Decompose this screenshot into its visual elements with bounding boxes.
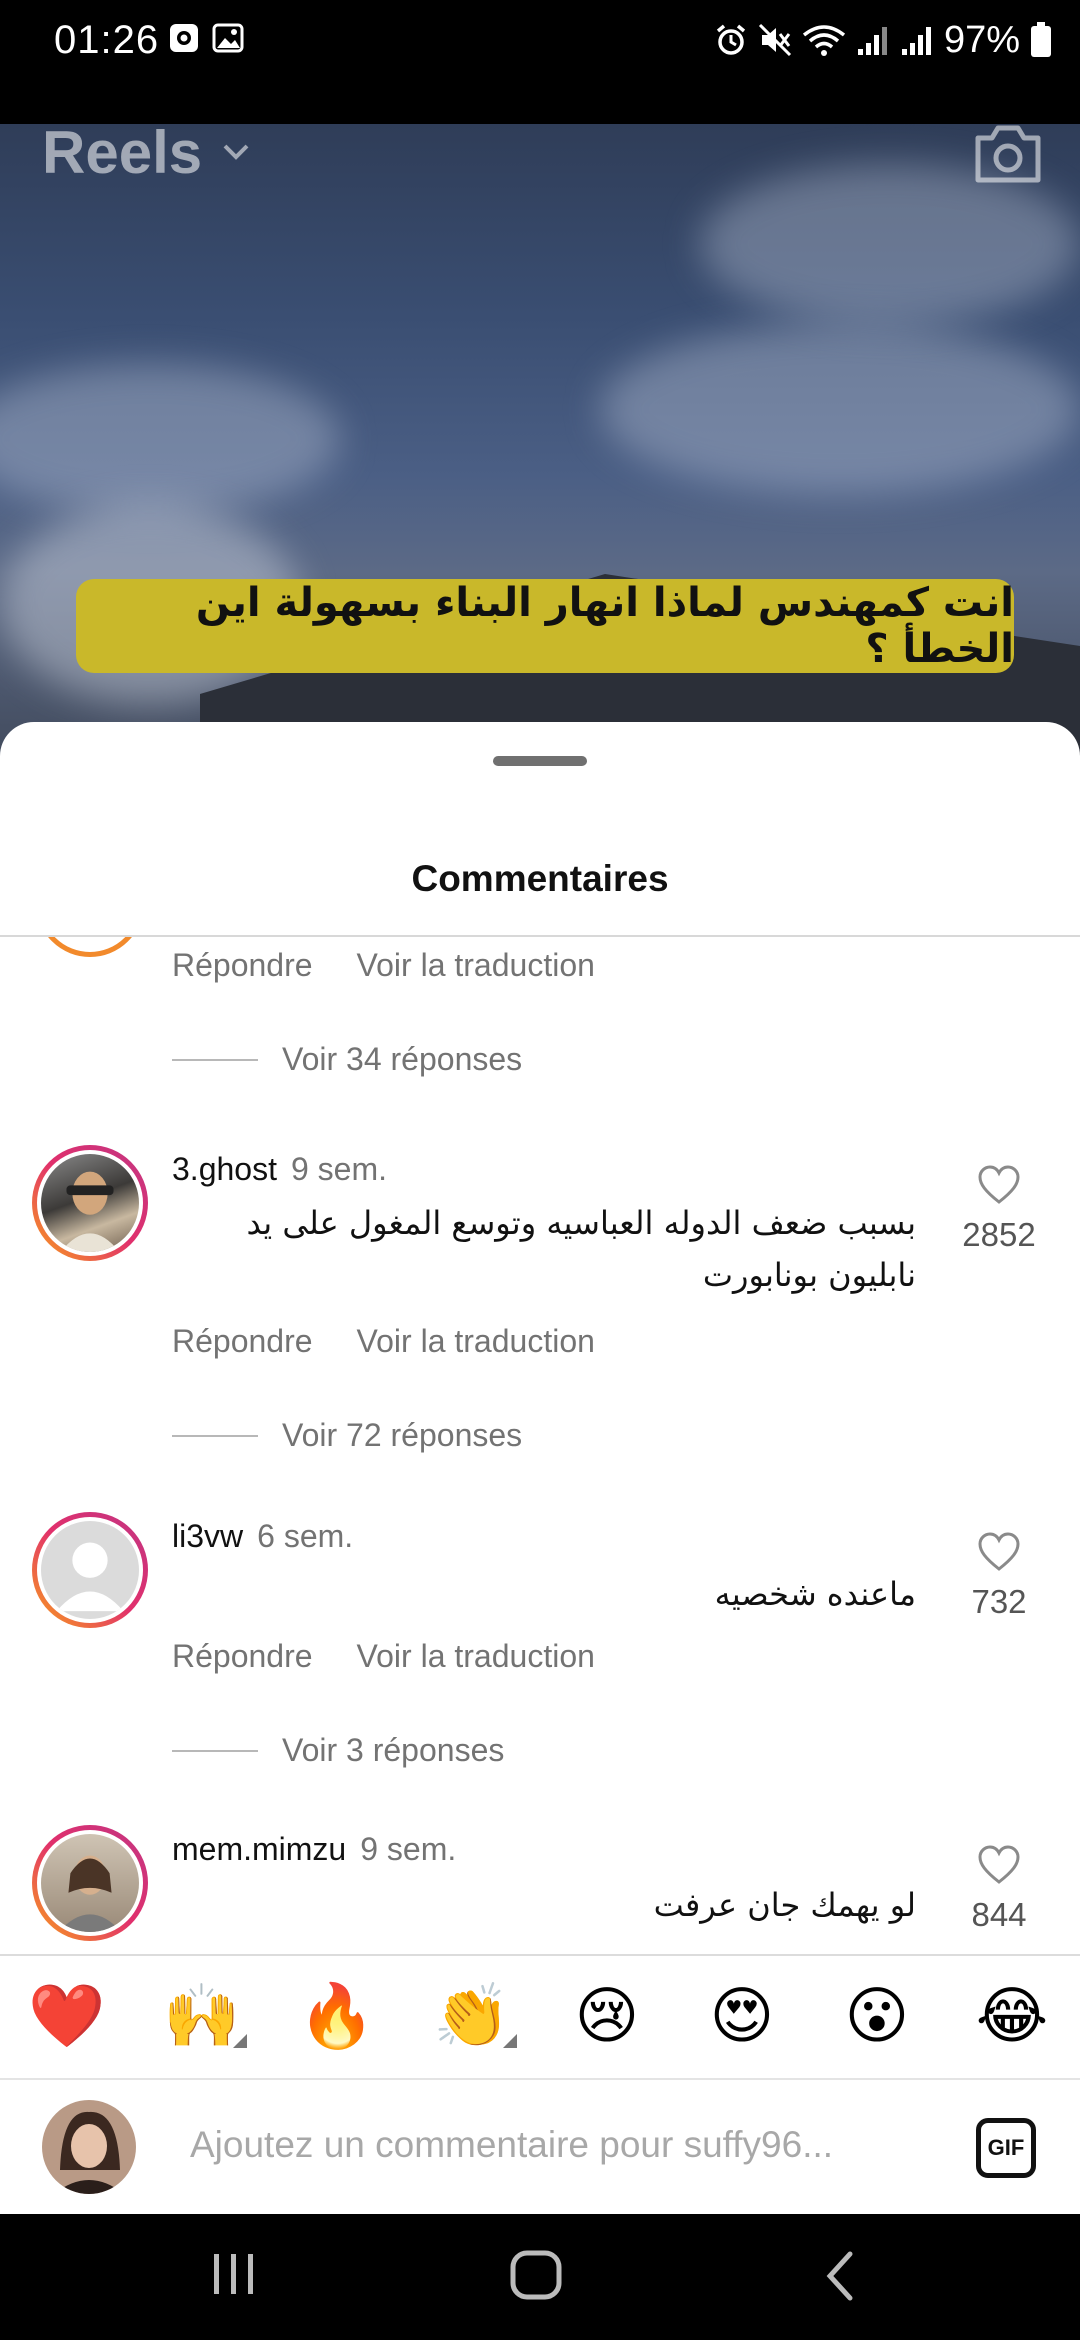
status-time: 01:26: [54, 18, 160, 62]
translate-button[interactable]: Voir la traduction: [357, 947, 595, 984]
reel-caption-banner: انت كمهندس لماذا انهار البناء بسهولة اين…: [76, 579, 1014, 673]
comment-actions: Répondre Voir la traduction: [172, 1323, 595, 1360]
gallery-notification-icon: [212, 23, 244, 53]
gif-button[interactable]: GIF: [976, 2118, 1036, 2178]
avatar[interactable]: [32, 1825, 148, 1941]
reply-button[interactable]: Répondre: [172, 947, 313, 984]
comment-time: 6 sem.: [257, 1518, 354, 1554]
wifi-icon: [802, 25, 846, 56]
reply-button[interactable]: Répondre: [172, 1323, 313, 1360]
translate-button[interactable]: Voir la traduction: [357, 1638, 595, 1675]
signal-icon-2: [901, 27, 931, 55]
heart-icon[interactable]: [977, 1845, 1021, 1885]
avatar[interactable]: [32, 1512, 148, 1628]
like-control: 2852: [954, 1165, 1044, 1254]
status-bar: 01:26 97%: [0, 0, 1080, 124]
comment-header: li3vw 6 sem.: [172, 1518, 353, 1555]
comment-time: 9 sem.: [290, 1151, 387, 1187]
view-replies-button[interactable]: Voir 72 réponses: [172, 1417, 522, 1454]
chevron-down-icon[interactable]: [222, 142, 250, 162]
sheet-drag-handle[interactable]: [493, 756, 587, 766]
back-icon[interactable]: [820, 2248, 860, 2304]
translate-button[interactable]: Voir la traduction: [357, 1323, 595, 1360]
comment-text: ماعنده شخصيه: [714, 1575, 916, 1613]
crying-face-emoji[interactable]: 😢: [562, 1972, 652, 2062]
like-count: 732: [971, 1583, 1027, 1620]
status-right: 97%: [714, 16, 1052, 64]
comment-composer: Ajoutez un commentaire pour suffy96... G…: [0, 2080, 1080, 2214]
reels-title[interactable]: Reels: [42, 118, 202, 187]
recent-apps-icon[interactable]: [210, 2248, 258, 2300]
system-nav-bar: [0, 2214, 1080, 2340]
comment-actions: Répondre Voir la traduction: [172, 947, 595, 984]
comment-text: لو يهمك جان عرفت: [653, 1886, 916, 1924]
red-heart-emoji[interactable]: ❤️: [22, 1972, 112, 2062]
camera-icon[interactable]: [972, 122, 1044, 186]
comment-username[interactable]: 3.ghost: [172, 1151, 277, 1187]
battery-percent: 97%: [943, 18, 1020, 61]
comment-header: mem.mimzu 9 sem.: [172, 1831, 456, 1868]
comments-list[interactable]: Répondre Voir la traduction Voir 34 répo…: [0, 937, 1080, 1977]
avatar[interactable]: [32, 1145, 148, 1261]
reel-video[interactable]: انت كمهندس لماذا انهار البناء بسهولة اين…: [0, 124, 1080, 764]
comment-header: 3.ghost 9 sem.: [172, 1151, 387, 1188]
avatar[interactable]: [36, 937, 144, 957]
tears-of-joy-emoji[interactable]: 😂: [967, 1972, 1057, 2062]
view-replies-button[interactable]: Voir 34 réponses: [172, 1041, 522, 1078]
like-control: 732: [954, 1532, 1044, 1621]
battery-icon: [1031, 22, 1051, 57]
comment-text: بسبب ضعف الدوله العباسيه وتوسع المغول عل…: [246, 1204, 916, 1294]
sheet-title: Commentaires: [411, 858, 669, 899]
view-replies-button[interactable]: Voir 3 réponses: [172, 1732, 504, 1769]
like-count: 844: [971, 1896, 1027, 1933]
raising-hands-emoji[interactable]: 🙌: [157, 1972, 247, 2062]
clapping-hands-emoji[interactable]: 👏: [427, 1972, 517, 2062]
like-control: 844: [954, 1845, 1044, 1934]
avatar: [42, 2100, 136, 2194]
view-replies-label: Voir 72 réponses: [282, 1417, 523, 1453]
surprised-face-emoji[interactable]: 😮: [832, 1972, 922, 2062]
notification-app-icon: [170, 24, 198, 52]
emoji-reaction-bar: ❤️ 🙌 🔥 👏 😢 😍 😮 😂: [0, 1954, 1080, 2080]
view-replies-label: Voir 34 réponses: [282, 1041, 523, 1077]
comment-username[interactable]: li3vw: [172, 1518, 243, 1554]
comment-actions: Répondre Voir la traduction: [172, 1638, 595, 1675]
alarm-icon: [716, 24, 746, 55]
reply-button[interactable]: Répondre: [172, 1638, 313, 1675]
comment-username[interactable]: mem.mimzu: [172, 1831, 346, 1867]
home-icon[interactable]: [508, 2248, 564, 2304]
heart-icon[interactable]: [977, 1165, 1021, 1205]
heart-icon[interactable]: [977, 1532, 1021, 1572]
view-replies-label: Voir 3 réponses: [282, 1732, 505, 1768]
fire-emoji[interactable]: 🔥: [292, 1972, 382, 2062]
like-count: 2852: [962, 1216, 1036, 1253]
comment-time: 9 sem.: [360, 1831, 457, 1867]
heart-eyes-emoji[interactable]: 😍: [697, 1972, 787, 2062]
signal-icon-1: [857, 27, 887, 55]
mute-icon: [758, 23, 791, 57]
comment-input[interactable]: Ajoutez un commentaire pour suffy96...: [190, 2124, 833, 2166]
